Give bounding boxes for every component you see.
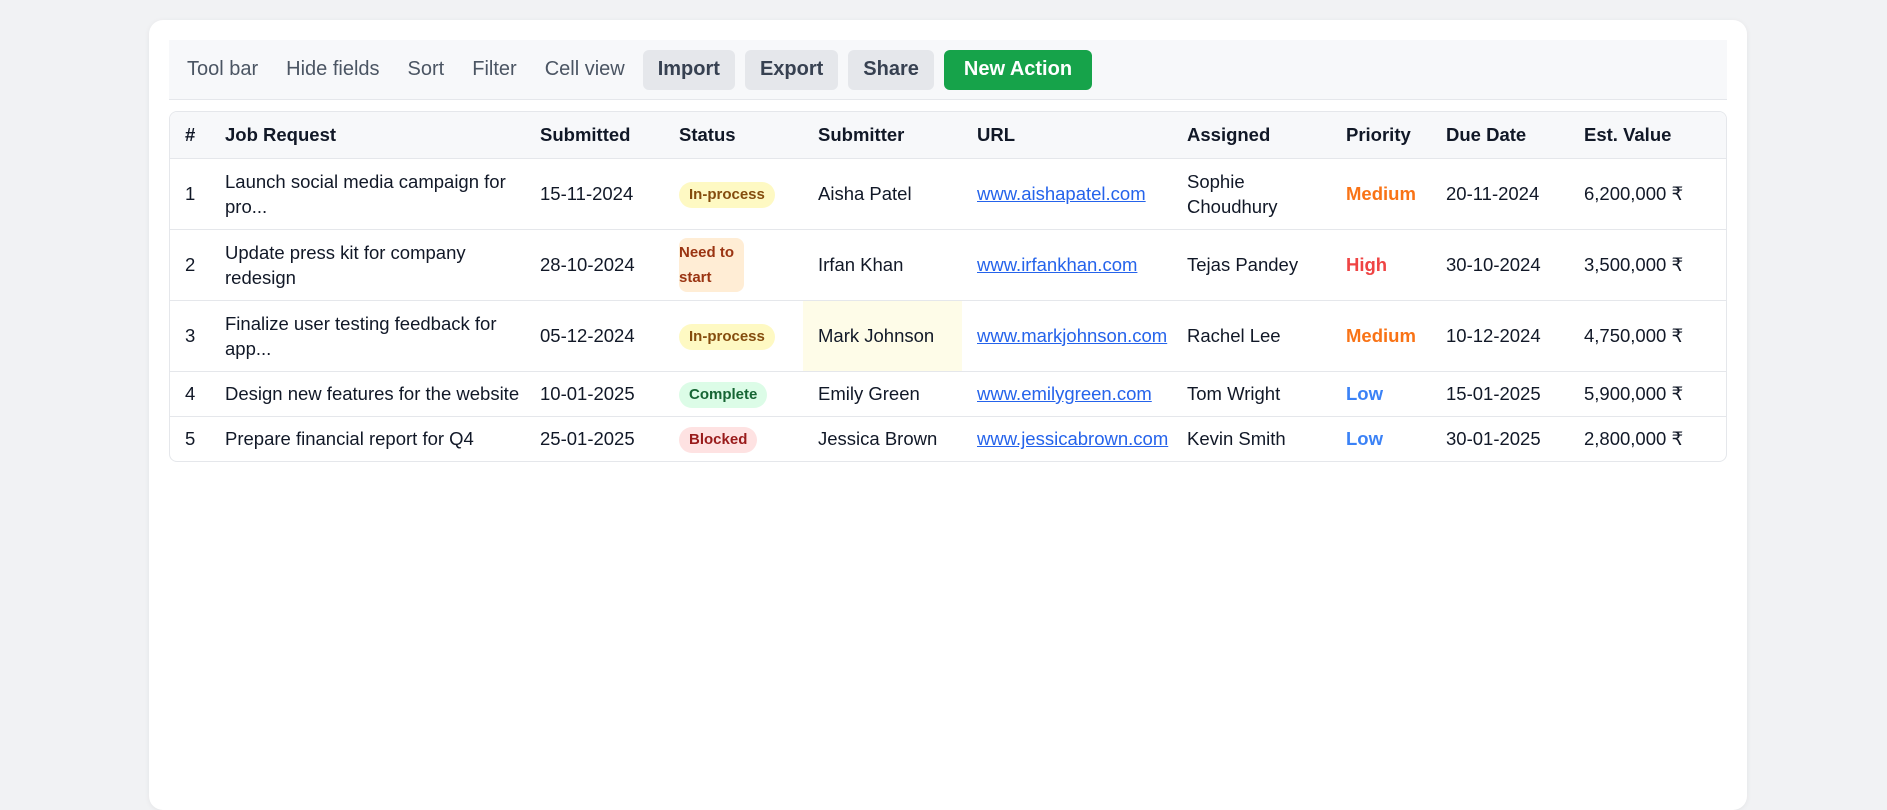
url-cell: www.irfankhan.com — [962, 229, 1172, 301]
table-row[interactable]: 1 Launch social media campaign for pro..… — [170, 158, 1726, 230]
submitted-cell[interactable]: 05-12-2024 — [525, 300, 664, 372]
status-badge: Blocked — [679, 426, 758, 453]
column-header-assigned[interactable]: Assigned — [1172, 112, 1331, 159]
status-badge: Complete — [679, 381, 768, 408]
column-header-job-request[interactable]: Job Request — [210, 112, 525, 159]
assigned-cell[interactable]: Rachel Lee — [1172, 300, 1331, 372]
hide-fields-button[interactable]: Hide fields — [276, 58, 389, 81]
status-badge: In-process — [679, 323, 775, 350]
status-badge: In-process — [679, 181, 775, 208]
due-date-cell[interactable]: 15-01-2025 — [1431, 371, 1569, 417]
submitter-cell[interactable]: Jessica Brown — [803, 416, 962, 461]
column-header-submitted[interactable]: Submitted — [525, 112, 664, 159]
job-request-cell[interactable]: Launch social media campaign for pro... — [210, 158, 525, 230]
submitted-cell[interactable]: 15-11-2024 — [525, 158, 664, 230]
status-cell[interactable]: In-process — [664, 300, 803, 372]
status-cell[interactable]: Complete — [664, 371, 803, 417]
submitted-cell[interactable]: 10-01-2025 — [525, 371, 664, 417]
row-number: 3 — [170, 300, 210, 372]
est-value-cell[interactable]: 4,750,000 ₹ — [1569, 300, 1726, 372]
share-button[interactable]: Share — [848, 49, 934, 90]
priority-label: Low — [1346, 428, 1383, 450]
table-row[interactable]: 5 Prepare financial report for Q4 25-01-… — [170, 416, 1726, 461]
url-cell: www.markjohnson.com — [962, 300, 1172, 372]
job-request-cell[interactable]: Prepare financial report for Q4 — [210, 416, 525, 461]
status-cell[interactable]: Need to start — [664, 229, 803, 301]
submitter-cell[interactable]: Irfan Khan — [803, 229, 962, 301]
priority-cell[interactable]: Medium — [1331, 300, 1431, 372]
column-header-status[interactable]: Status — [664, 112, 803, 159]
est-value-cell[interactable]: 6,200,000 ₹ — [1569, 158, 1726, 230]
url-cell: www.aishapatel.com — [962, 158, 1172, 230]
submitter-cell[interactable]: Emily Green — [803, 371, 962, 417]
main-card: Tool bar Hide fields Sort Filter Cell vi… — [149, 20, 1747, 810]
column-header-url[interactable]: URL — [962, 112, 1172, 159]
column-header-due-date[interactable]: Due Date — [1431, 112, 1569, 159]
filter-button[interactable]: Filter — [462, 58, 526, 81]
priority-cell[interactable]: Medium — [1331, 158, 1431, 230]
row-number: 5 — [185, 428, 196, 450]
assigned-cell[interactable]: Sophie Choudhury — [1172, 158, 1331, 230]
job-request-cell[interactable]: Design new features for the website — [210, 371, 525, 417]
priority-label: Low — [1346, 383, 1383, 404]
priority-label: High — [1346, 254, 1388, 275]
sort-button[interactable]: Sort — [398, 58, 455, 81]
url-cell: www.emilygreen.com — [962, 371, 1172, 417]
priority-label: Medium — [1346, 325, 1416, 346]
status-cell[interactable]: Blocked — [664, 416, 803, 461]
export-button[interactable]: Export — [744, 49, 839, 90]
due-date-cell[interactable]: 20-11-2024 — [1431, 158, 1569, 230]
job-request-cell[interactable]: Update press kit for company redesign — [210, 229, 525, 301]
column-header-est-value[interactable]: Est. Value — [1569, 112, 1726, 159]
status-cell[interactable]: In-process — [664, 158, 803, 230]
priority-label: Medium — [1346, 183, 1416, 204]
url-link[interactable]: www.irfankhan.com — [977, 254, 1137, 275]
table-row[interactable]: 4 Design new features for the website 10… — [170, 371, 1726, 417]
column-header-number[interactable]: # — [170, 112, 210, 159]
column-header-priority[interactable]: Priority — [1331, 112, 1431, 159]
est-value-cell[interactable]: 3,500,000 ₹ — [1569, 229, 1726, 301]
toolbar-toolbar-link[interactable]: Tool bar — [177, 58, 268, 81]
url-link[interactable]: www.aishapatel.com — [977, 183, 1146, 204]
assigned-cell[interactable]: Kevin Smith — [1172, 416, 1331, 461]
row-number: 1 — [170, 158, 210, 230]
submitter-cell[interactable]: Aisha Patel — [803, 158, 962, 230]
assigned-cell[interactable]: Tejas Pandey — [1172, 229, 1331, 301]
import-button[interactable]: Import — [642, 49, 735, 90]
priority-cell[interactable]: Low — [1331, 416, 1431, 461]
priority-cell[interactable]: Low — [1331, 371, 1431, 417]
row-number: 4 — [170, 371, 210, 417]
table-row[interactable]: 3 Finalize user testing feedback for app… — [170, 300, 1726, 372]
url-link[interactable]: www.jessicabrown.com — [977, 428, 1168, 449]
est-value-cell[interactable]: 2,800,000 ₹ — [1569, 416, 1726, 461]
job-request-cell[interactable]: Finalize user testing feedback for app..… — [210, 300, 525, 372]
est-value-cell[interactable]: 5,900,000 ₹ — [1569, 371, 1726, 417]
row-number: 2 — [170, 229, 210, 301]
column-header-submitter[interactable]: Submitter — [803, 112, 962, 159]
cell-view-button[interactable]: Cell view — [535, 58, 635, 81]
toolbar: Tool bar Hide fields Sort Filter Cell vi… — [169, 40, 1727, 100]
submitted-cell[interactable]: 25-01-2025 — [525, 416, 664, 461]
url-link[interactable]: www.markjohnson.com — [977, 325, 1167, 346]
table-header-row: # Job Request Submitted Status Submitter… — [170, 112, 1726, 159]
status-badge: Need to start — [679, 237, 744, 292]
job-requests-table: # Job Request Submitted Status Submitter… — [169, 111, 1727, 462]
due-date-cell[interactable]: 10-12-2024 — [1431, 300, 1569, 372]
table-row[interactable]: 2 Update press kit for company redesign … — [170, 229, 1726, 301]
priority-cell[interactable]: High — [1331, 229, 1431, 301]
submitted-cell[interactable]: 28-10-2024 — [525, 229, 664, 301]
assigned-cell[interactable]: Tom Wright — [1172, 371, 1331, 417]
new-action-button[interactable]: New Action — [943, 49, 1093, 90]
due-date-cell[interactable]: 30-10-2024 — [1431, 229, 1569, 301]
due-date-cell[interactable]: 30-01-2025 — [1431, 416, 1569, 461]
url-link[interactable]: www.emilygreen.com — [977, 383, 1152, 404]
url-cell: www.jessicabrown.com — [962, 416, 1172, 461]
submitter-cell-selected[interactable]: Mark Johnson — [803, 300, 962, 372]
